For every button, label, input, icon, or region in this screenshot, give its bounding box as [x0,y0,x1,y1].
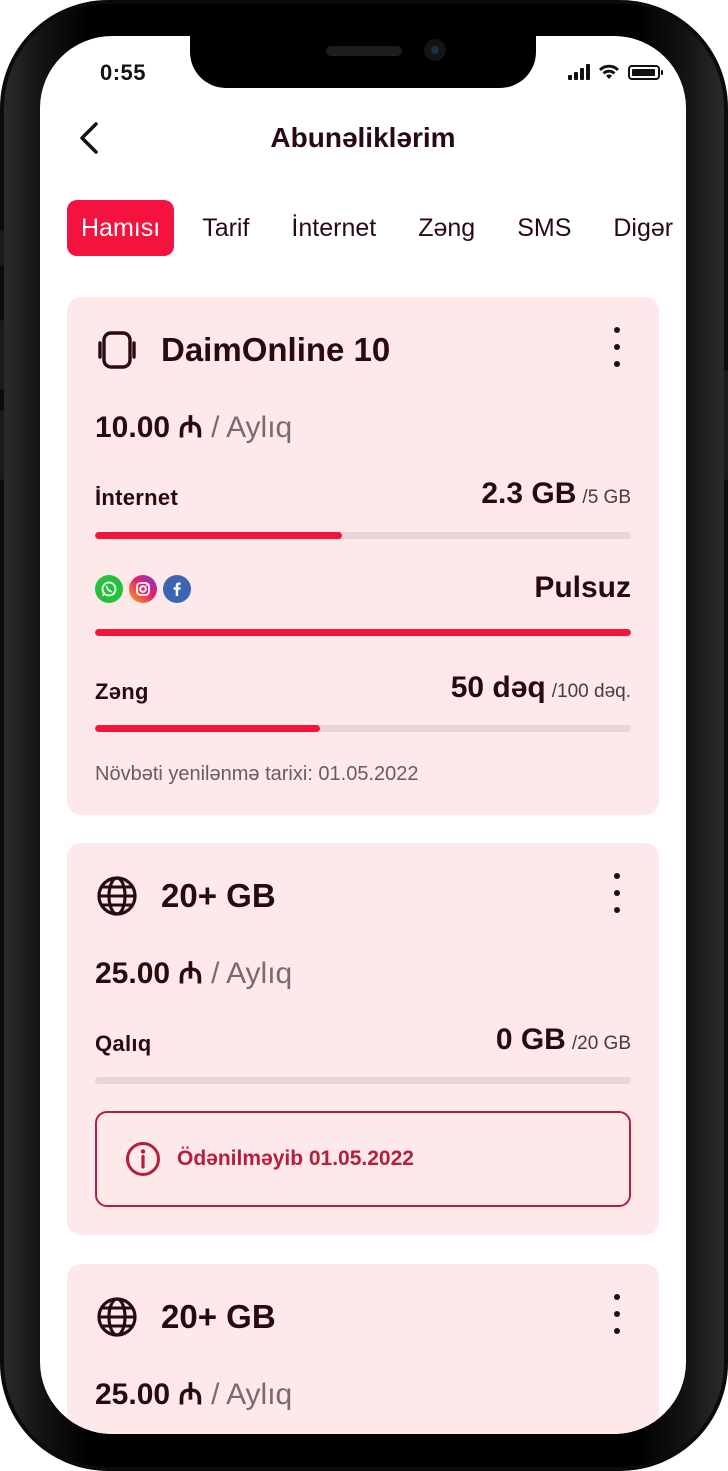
internet-usage-row: İnternet 2.3 GB/5 GB [95,471,631,511]
card-header: DaimOnline 10 [95,325,390,375]
tab-internet[interactable]: İnternet [277,200,390,256]
remaining-progress-bar [95,1077,631,1084]
card-price: 25.00 ₼ / Aylıq [95,1372,292,1413]
speaker [326,46,402,56]
internet-progress-fill [95,532,342,539]
status-icons [568,64,663,80]
price-period: / Aylıq [211,411,293,444]
card-price: 10.00 ₼ / Aylıq [95,405,292,446]
screen: 0:55 Abunəliklərim Hamısı Tarif İnternet… [40,36,686,1434]
call-usage-row: Zəng 50 dəq/100 dəq. [95,665,631,705]
header: Abunəliklərim [40,114,686,164]
side-button-volume-up [0,320,4,390]
call-value: 50 dəq [450,671,546,704]
more-options-button[interactable] [609,873,625,913]
price-period: / Aylıq [211,957,293,990]
social-progress-fill [95,629,631,636]
social-value: Pulsuz [534,571,631,604]
alert-text: Ödənilməyib 01.05.2022 [177,1147,414,1170]
more-options-button[interactable] [609,1294,625,1334]
price-amount: 25.00 ₼ [95,957,203,990]
globe-icon [97,1297,137,1337]
remaining-label: Qalıq [95,1031,152,1056]
price-amount: 10.00 ₼ [95,411,203,444]
social-progress-bar [95,629,631,636]
remaining-row: Qalıq 0 GB/20 GB [95,1017,631,1057]
card-header: 20+ GB [95,871,276,921]
wifi-icon [599,64,619,79]
internet-total: /5 GB [582,487,631,508]
call-progress-bar [95,725,631,732]
status-time: 0:55 [100,60,147,85]
side-button-mute [0,230,4,266]
globe-icon [97,876,137,916]
more-options-button[interactable] [609,327,625,367]
social-usage-row: Pulsuz [95,565,631,605]
renewal-date: Növbəti yenilənmə tarixi: 01.05.2022 [95,763,419,785]
info-icon [126,1142,160,1176]
internet-value: 2.3 GB [481,477,577,510]
front-camera [424,39,446,61]
call-total: /100 dəq. [551,681,631,702]
remaining-total: /20 GB [571,1033,631,1054]
tab-all[interactable]: Hamısı [67,200,175,256]
call-progress-fill [95,725,321,732]
phone-icon [98,331,136,369]
page-title: Abunəliklərim [270,122,456,153]
notch [190,36,536,88]
tab-call[interactable]: Zəng [404,200,489,256]
tab-tariff[interactable]: Tarif [188,200,263,256]
unpaid-alert: Ödənilməyib 01.05.2022 [95,1111,631,1207]
side-button-power [724,370,728,480]
internet-progress-bar [95,532,631,539]
cellular-signal-icon [568,64,590,80]
internet-label: İnternet [95,485,179,510]
subscription-card[interactable]: DaimOnline 10 10.00 ₼ / Aylıq İnternet 2… [67,297,659,815]
tab-sms[interactable]: SMS [503,200,585,256]
call-label: Zəng [95,679,149,704]
side-button-volume-down [0,410,4,480]
subscription-card[interactable]: 20+ GB 25.00 ₼ / Aylıq Qalıq 0 GB/20 GB … [67,843,659,1235]
filter-tabs: Hamısı Tarif İnternet Zəng SMS Digər [67,200,686,256]
card-title: 20+ GB [161,1298,276,1335]
tab-other[interactable]: Digər [599,200,686,256]
subscription-card[interactable]: 20+ GB 25.00 ₼ / Aylıq [67,1264,659,1434]
card-title: DaimOnline 10 [161,331,391,368]
battery-icon [628,64,663,80]
price-amount: 25.00 ₼ [95,1378,203,1411]
card-title: 20+ GB [161,877,276,914]
remaining-value: 0 GB [495,1023,566,1056]
phone-frame: 0:55 Abunəliklərim Hamısı Tarif İnternet… [0,0,728,1471]
card-header: 20+ GB [95,1292,276,1342]
price-period: / Aylıq [211,1378,293,1411]
card-price: 25.00 ₼ / Aylıq [95,951,292,992]
